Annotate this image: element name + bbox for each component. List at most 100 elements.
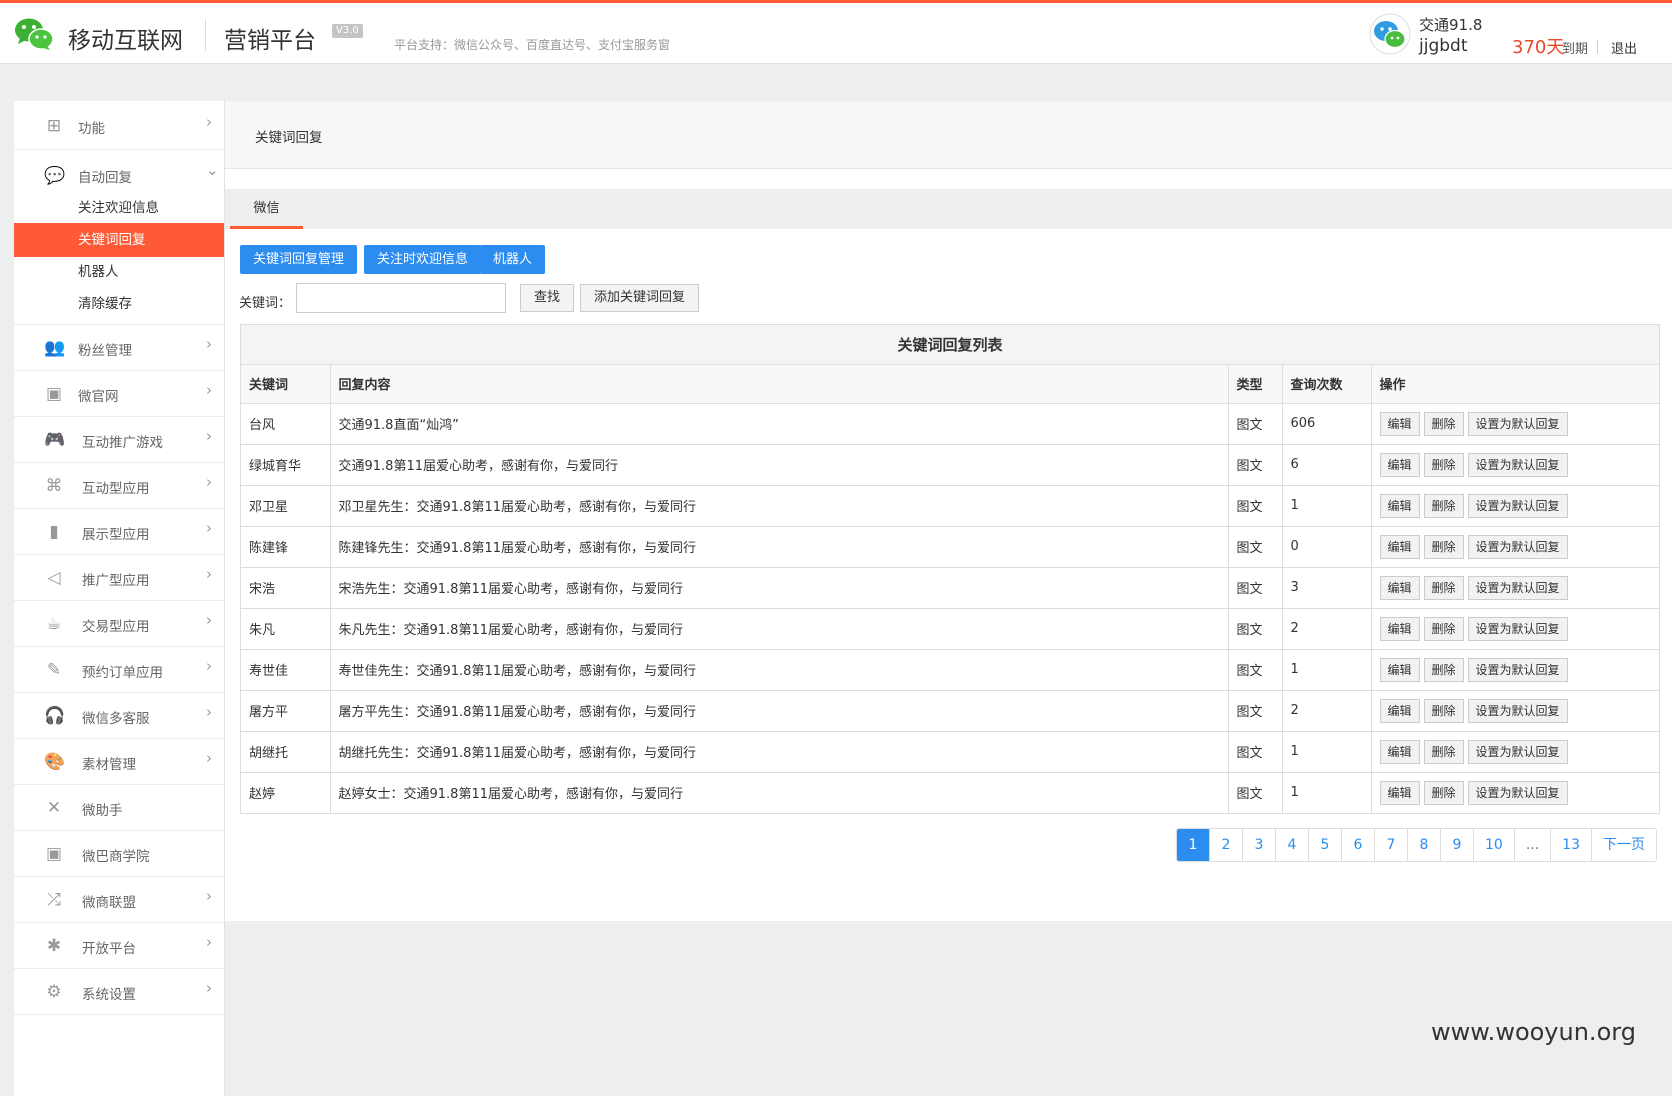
tab-wechat[interactable]: 微信 — [230, 189, 303, 229]
delete-button[interactable]: 删除 — [1423, 739, 1464, 764]
cell-keyword: 朱凡 — [241, 608, 331, 650]
cell-content: 寿世佳先生：交通91.8第11届爱心助考，感谢有你，与爱同行 — [330, 649, 1229, 691]
cell-actions: 编辑 删除 设置为默认回复 — [1371, 649, 1659, 691]
edit-button[interactable]: 编辑 — [1379, 698, 1420, 723]
column-header-keyword: 关键词 — [241, 365, 331, 404]
keyword-reply-list: 关键词回复列表 关键词 回复内容 类型 查询次数 操作 台风 交通91.8直面“灿… — [240, 324, 1660, 814]
sidebar-item[interactable]: ✎ 预约订单应用 › — [14, 647, 224, 693]
chevron-right-icon: › — [206, 427, 212, 445]
sidebar-item[interactable]: ✱ 开放平台 › — [14, 923, 224, 969]
breadcrumb: 关键词回复 — [255, 130, 323, 146]
page-button[interactable]: 13 — [1551, 829, 1592, 861]
page-button[interactable]: 7 — [1374, 829, 1408, 861]
delete-button[interactable]: 删除 — [1423, 411, 1464, 436]
sidebar-subitem-keyword-reply[interactable]: 关键词回复 — [14, 223, 224, 257]
page-button[interactable]: 1 — [1176, 829, 1210, 861]
sidebar-item[interactable]: 👥 粉丝管理 › — [14, 325, 224, 371]
sidebar-item[interactable]: 🎨 素材管理 › — [14, 739, 224, 785]
cell-count: 6 — [1282, 444, 1372, 486]
column-header-type: 类型 — [1228, 365, 1283, 404]
next-page-button[interactable]: 下一页 — [1592, 829, 1656, 861]
set-default-button[interactable]: 设置为默认回复 — [1467, 657, 1568, 682]
keyword-manage-button[interactable]: 关键词回复管理 — [240, 245, 358, 274]
sidebar-item[interactable]: ◁ 推广型应用 › — [14, 555, 224, 601]
cell-actions: 编辑 删除 设置为默认回复 — [1371, 485, 1659, 527]
sidebar-item-label: 交易型应用 — [82, 619, 150, 635]
page-button[interactable]: 2 — [1209, 829, 1243, 861]
breadcrumb-bar: 关键词回复 — [225, 101, 1672, 169]
cell-keyword: 赵婷 — [241, 772, 331, 813]
cell-type: 图文 — [1228, 485, 1283, 527]
cell-count: 2 — [1282, 608, 1372, 650]
edit-button[interactable]: 编辑 — [1379, 493, 1420, 518]
delete-button[interactable]: 删除 — [1423, 657, 1464, 682]
edit-button[interactable]: 编辑 — [1379, 739, 1420, 764]
sidebar-item[interactable]: ⚙ 系统设置 › — [14, 969, 224, 1015]
cell-actions: 编辑 删除 设置为默认回复 — [1371, 403, 1659, 445]
logout-link[interactable]: 退出 — [1611, 38, 1637, 57]
cell-count: 1 — [1282, 731, 1372, 773]
sidebar-item[interactable]: ✕ 微助手 — [14, 785, 224, 831]
chevron-right-icon: › — [206, 113, 212, 131]
platform-title: 营销平台 — [224, 28, 316, 54]
edit-button[interactable]: 编辑 — [1379, 452, 1420, 477]
page-button[interactable]: 8 — [1407, 829, 1441, 861]
cell-keyword: 屠方平 — [241, 690, 331, 732]
chevron-right-icon: › — [206, 565, 212, 583]
delete-button[interactable]: 删除 — [1423, 534, 1464, 559]
set-default-button[interactable]: 设置为默认回复 — [1467, 575, 1568, 600]
watermark: www.wooyun.org — [1431, 1018, 1636, 1046]
page-button[interactable]: 5 — [1308, 829, 1342, 861]
page-button[interactable]: 6 — [1341, 829, 1375, 861]
set-default-button[interactable]: 设置为默认回复 — [1467, 452, 1568, 477]
sidebar-item-functions[interactable]: ⊞ 功能 › — [14, 101, 224, 150]
sidebar-item[interactable]: ⌘ 互动型应用 › — [14, 463, 224, 509]
user-avatar-icon[interactable] — [1369, 13, 1411, 55]
delete-button[interactable]: 删除 — [1423, 493, 1464, 518]
delete-button[interactable]: 删除 — [1423, 616, 1464, 641]
welcome-message-button[interactable]: 关注时欢迎信息 — [364, 245, 482, 274]
robot-button[interactable]: 机器人 — [480, 245, 546, 274]
set-default-button[interactable]: 设置为默认回复 — [1467, 739, 1568, 764]
edit-button[interactable]: 编辑 — [1379, 575, 1420, 600]
sidebar-subitem-clear-cache[interactable]: 清除缓存 — [14, 287, 224, 321]
set-default-button[interactable]: 设置为默认回复 — [1467, 534, 1568, 559]
sidebar-item[interactable]: ▮ 展示型应用 › — [14, 509, 224, 555]
page-button[interactable]: 4 — [1275, 829, 1309, 861]
cell-count: 1 — [1282, 649, 1372, 691]
page-button[interactable]: 9 — [1440, 829, 1474, 861]
sidebar-item[interactable]: 🎮 互动推广游戏 › — [14, 417, 224, 463]
edit-button[interactable]: 编辑 — [1379, 534, 1420, 559]
sidebar-item[interactable]: ⤮ 微商联盟 › — [14, 877, 224, 923]
add-keyword-reply-button[interactable]: 添加关键词回复 — [580, 284, 700, 312]
keyword-input[interactable] — [296, 283, 506, 313]
sidebar-subitem-robot[interactable]: 机器人 — [14, 255, 224, 289]
sidebar-item[interactable]: ☕ 交易型应用 › — [14, 601, 224, 647]
sidebar-item-label: 互动推广游戏 — [82, 435, 163, 451]
sidebar-subitem-welcome[interactable]: 关注欢迎信息 — [14, 191, 224, 225]
edit-button[interactable]: 编辑 — [1379, 411, 1420, 436]
sidebar-item[interactable]: 🎧 微信多客服 › — [14, 693, 224, 739]
set-default-button[interactable]: 设置为默认回复 — [1467, 780, 1568, 805]
set-default-button[interactable]: 设置为默认回复 — [1467, 493, 1568, 518]
edit-button[interactable]: 编辑 — [1379, 780, 1420, 805]
delete-button[interactable]: 删除 — [1423, 452, 1464, 477]
delete-button[interactable]: 删除 — [1423, 780, 1464, 805]
delete-button[interactable]: 删除 — [1423, 575, 1464, 600]
sidebar-item-label: 微巴商学院 — [82, 849, 150, 865]
edit-button[interactable]: 编辑 — [1379, 657, 1420, 682]
page-button[interactable]: 10 — [1473, 829, 1515, 861]
gear-icon: ⚙ — [46, 982, 62, 1002]
cell-content: 胡继托先生：交通91.8第11届爱心助考，感谢有你，与爱同行 — [330, 731, 1229, 773]
sidebar-item[interactable]: ▣ 微官网 › — [14, 371, 224, 417]
page-button[interactable]: 3 — [1242, 829, 1276, 861]
search-button[interactable]: 查找 — [520, 284, 575, 312]
pagination: 1 2 3 4 5 6 7 8 9 10... 13 下一页 — [1175, 828, 1657, 862]
delete-button[interactable]: 删除 — [1423, 698, 1464, 723]
set-default-button[interactable]: 设置为默认回复 — [1467, 616, 1568, 641]
set-default-button[interactable]: 设置为默认回复 — [1467, 411, 1568, 436]
sidebar-item[interactable]: ▣ 微巴商学院 — [14, 831, 224, 877]
edit-button[interactable]: 编辑 — [1379, 616, 1420, 641]
wechat-logo-icon — [15, 18, 54, 50]
set-default-button[interactable]: 设置为默认回复 — [1467, 698, 1568, 723]
